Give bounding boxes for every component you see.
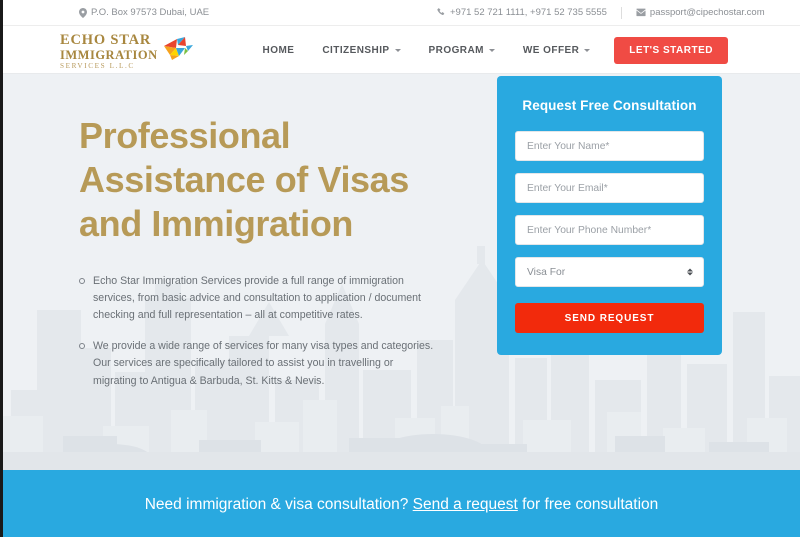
send-a-request-link[interactable]: Send a request: [413, 496, 518, 514]
bullet-point-icon: [79, 277, 85, 284]
logo-wordmark: ECHO STAR IMMIGRATION SERVICES L.L.C: [60, 32, 158, 70]
bullet-text: We provide a wide range of services for …: [93, 340, 434, 387]
phone-text: +971 52 721 1111, +971 52 735 5555: [450, 7, 607, 18]
phone-input[interactable]: [515, 215, 704, 245]
topbar-divider: [620, 6, 622, 19]
chevron-down-icon: [584, 48, 591, 52]
topbar-email[interactable]: passport@cipechostar.com: [636, 7, 765, 18]
logo-line-2: IMMIGRATION: [60, 47, 158, 62]
nav-label: WE OFFER: [522, 44, 580, 56]
nav-label: PROGRAM: [428, 44, 484, 56]
page-root: P.O. Box 97573 Dubai, UAE +971 52 721 11…: [0, 0, 800, 537]
chevron-down-icon: [394, 48, 401, 52]
list-item: Echo Star Immigration Services provide a…: [79, 273, 439, 324]
phone-icon: [437, 8, 446, 17]
top-info-bar: P.O. Box 97573 Dubai, UAE +971 52 721 11…: [3, 0, 800, 26]
logo-line-1: ECHO STAR: [60, 32, 152, 48]
name-input[interactable]: [515, 131, 704, 161]
send-request-button[interactable]: SEND REQUEST: [515, 303, 704, 333]
bullet-point-icon: [79, 343, 85, 350]
origami-bird-logo-icon: [163, 36, 197, 66]
visa-for-select[interactable]: Visa For: [515, 257, 704, 287]
site-logo[interactable]: ECHO STAR IMMIGRATION SERVICES L.L.C: [60, 32, 197, 70]
consultation-form-card: Request Free Consultation Visa For SEND …: [497, 76, 722, 355]
site-header: ECHO STAR IMMIGRATION SERVICES L.L.C HOM…: [3, 26, 800, 74]
hero-section: Professional Assistance of Visas and Imm…: [3, 74, 800, 470]
email-input[interactable]: [515, 173, 704, 203]
logo-line-3: SERVICES L.L.C: [60, 62, 135, 70]
topbar-contact: +971 52 721 1111, +971 52 735 5555 passp…: [437, 6, 765, 19]
nav-item-home[interactable]: HOME: [249, 45, 309, 56]
topbar-address: P.O. Box 97573 Dubai, UAE: [79, 7, 209, 18]
nav-label: HOME: [262, 44, 295, 56]
nav-item-we-offer[interactable]: WE OFFER: [509, 45, 604, 56]
page-title: Professional Assistance of Visas and Imm…: [79, 115, 409, 244]
nav-item-citizenship[interactable]: CITIZENSHIP: [308, 45, 414, 56]
bottom-cta-bar: Need immigration & visa consultation? Se…: [3, 470, 800, 537]
form-title: Request Free Consultation: [522, 98, 697, 113]
address-text: P.O. Box 97573 Dubai, UAE: [91, 7, 210, 18]
chevron-down-icon: [488, 48, 495, 52]
topbar-phone[interactable]: +971 52 721 1111, +971 52 735 5555: [437, 7, 607, 18]
nav-item-program[interactable]: PROGRAM: [415, 45, 509, 56]
hero-bullet-list: Echo Star Immigration Services provide a…: [79, 273, 439, 390]
hero-copy: Professional Assistance of Visas and Imm…: [79, 114, 439, 404]
list-item: We provide a wide range of services for …: [79, 338, 439, 389]
nav-label: CITIZENSHIP: [322, 44, 390, 56]
visa-for-select-wrapper[interactable]: Visa For: [515, 257, 704, 287]
email-text: passport@cipechostar.com: [649, 7, 765, 18]
cta-text-before: Need immigration & visa consultation?: [144, 496, 413, 513]
lets-started-button[interactable]: LET'S STARTED: [614, 36, 728, 64]
bullet-text: Echo Star Immigration Services provide a…: [93, 274, 421, 322]
main-navigation: HOME CITIZENSHIP PROGRAM WE OFFER LET'S …: [249, 26, 728, 74]
map-pin-icon: [79, 7, 87, 18]
cta-text-after: for free consultation: [517, 496, 659, 513]
envelope-icon: [636, 8, 646, 17]
